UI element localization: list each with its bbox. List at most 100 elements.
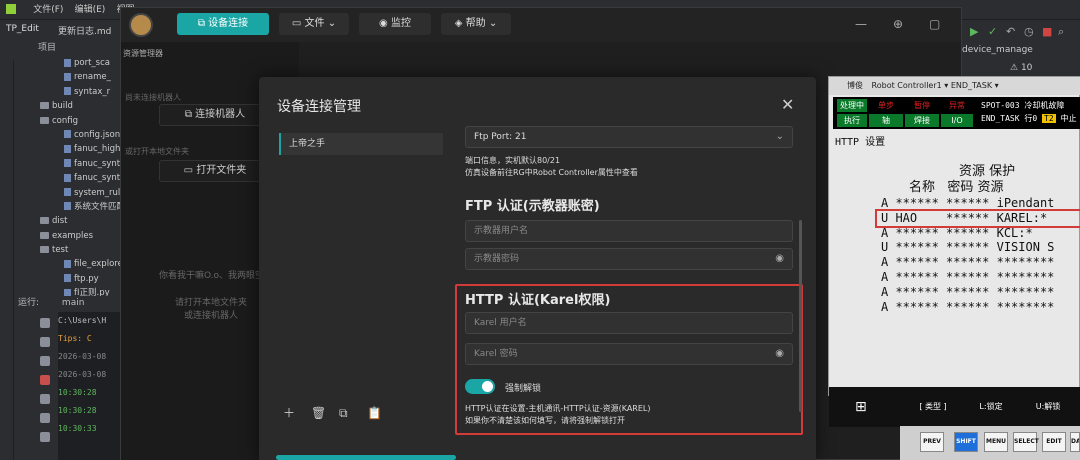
restore-icon[interactable]: ▢: [929, 17, 940, 31]
ftp-port-select[interactable]: Ftp Port: 21 ⌄: [465, 126, 793, 148]
tree-file[interactable]: config.json: [14, 128, 120, 142]
ide-project-bar: TP_Edit 更新日志.md: [0, 20, 120, 40]
problem-count[interactable]: ⚠ 10: [1010, 63, 1032, 73]
t2-badge: T2: [1042, 114, 1056, 123]
tree-folder[interactable]: config: [14, 114, 120, 128]
table-row[interactable]: U ****** ****** VISION S: [881, 240, 1080, 255]
run-config-dropdown[interactable]: device_manage: [962, 42, 1080, 58]
modal-title: 设备连接管理: [277, 99, 361, 115]
key-data[interactable]: DATA: [1070, 432, 1080, 452]
tree-item-label: rename_: [74, 72, 111, 83]
status-run: 执行: [837, 114, 867, 127]
hao-row-highlight: [875, 209, 1080, 228]
monitor-button[interactable]: ◉ 监控: [359, 13, 431, 35]
tree-file[interactable]: syntax_r: [14, 85, 120, 99]
console-line: Tips: C: [58, 334, 92, 343]
softkey-type[interactable]: [ 类型 ]: [903, 395, 963, 419]
undo-icon[interactable]: ↶: [1006, 25, 1015, 38]
tree-folder[interactable]: build: [14, 99, 120, 113]
zoom-icon[interactable]: ⊕: [893, 17, 903, 31]
device-item[interactable]: 上帝之手: [279, 133, 443, 155]
debug-icon[interactable]: ✓: [988, 25, 997, 38]
table-row[interactable]: A ****** ****** ********: [881, 300, 1080, 315]
http-auth-title: HTTP 认证(Karel权限): [465, 293, 611, 308]
table-row[interactable]: A ****** ****** ********: [881, 255, 1080, 270]
table-row[interactable]: A ****** ****** ********: [881, 270, 1080, 285]
help-label: 帮助: [465, 18, 486, 29]
paste-icon[interactable]: 📋: [367, 406, 383, 420]
search-icon[interactable]: ⌕: [1058, 25, 1064, 39]
eye-icon[interactable]: ◉: [775, 249, 784, 269]
controller-select[interactable]: Robot Controller1: [872, 81, 942, 90]
add-icon[interactable]: ＋: [283, 404, 299, 421]
trash-icon[interactable]: [40, 432, 50, 442]
status-busy: 处理中: [837, 99, 867, 112]
tree-file[interactable]: port_sca: [14, 56, 120, 70]
monitor-label: 监控: [390, 18, 411, 29]
eye-icon[interactable]: ◉: [775, 344, 784, 364]
karel-password-field[interactable]: Karel 密码 ◉: [465, 343, 793, 365]
tree-folder[interactable]: dist: [14, 214, 120, 228]
stop-icon[interactable]: [40, 375, 50, 385]
tree-file[interactable]: 系统文件匹配: [14, 200, 120, 214]
tree-file[interactable]: file_explore: [14, 257, 120, 271]
tree-file[interactable]: fanuc_synta: [14, 171, 120, 185]
close-icon[interactable]: ✕: [781, 95, 794, 114]
pendant-titlebar: 博俊 Robot Controller1 ▾ END_TASK ▾: [829, 77, 1080, 95]
key-menu[interactable]: MENU: [984, 432, 1008, 452]
task-select[interactable]: END_TASK: [951, 81, 992, 90]
project-header[interactable]: 项目: [14, 40, 120, 56]
ftp-password-field[interactable]: 示教器密码 ◉: [465, 248, 793, 270]
file-menu-button[interactable]: ▭ 文件 ⌄: [279, 13, 349, 35]
tree-file[interactable]: fanuc_synta: [14, 157, 120, 171]
alarm-text: SPOT-003 冷却机故障: [981, 101, 1065, 110]
key-shift[interactable]: SHIFT: [954, 432, 978, 452]
softkey-lock[interactable]: L:锁定: [969, 395, 1013, 419]
http-note-2: 如果你不清楚该如何填写，请将强制解锁打开: [465, 416, 625, 425]
down-arrow-icon[interactable]: [40, 337, 50, 347]
key-edit[interactable]: EDIT: [1042, 432, 1066, 452]
print-icon[interactable]: [40, 413, 50, 423]
grid-icon[interactable]: ⊞: [855, 395, 867, 419]
tab-changelog[interactable]: 更新日志.md: [58, 24, 111, 37]
menu-edit[interactable]: 编辑(E): [75, 0, 106, 20]
stop-icon[interactable]: ■: [1042, 25, 1052, 38]
history-icon[interactable]: ◷: [1024, 25, 1034, 38]
key-prev[interactable]: PREV: [920, 432, 944, 452]
wrap-icon[interactable]: [40, 356, 50, 366]
run-panel-header: 运行: main: [14, 296, 120, 310]
copy-icon[interactable]: ⧉: [339, 406, 355, 421]
port-note-2: 仿真设备前往RG中Robot Controller属性中查看: [465, 168, 638, 177]
table-row[interactable]: A ****** ****** ********: [881, 285, 1080, 300]
help-menu-button[interactable]: ◈ 帮助 ⌄: [441, 13, 511, 35]
project-name[interactable]: TP_Edit: [6, 24, 39, 34]
tree-file[interactable]: fanuc_highli: [14, 142, 120, 156]
ide-left-toolbar: [0, 60, 14, 460]
tree-folder[interactable]: test: [14, 243, 120, 257]
key-select[interactable]: SELECT: [1013, 432, 1039, 452]
run-icon[interactable]: ▶: [970, 25, 978, 38]
ftp-username-field[interactable]: 示教器用户名: [465, 220, 793, 242]
device-connect-button[interactable]: ⧉ 设备连接: [177, 13, 269, 35]
console-output: C:\Users\H Tips: C 2026-03-08 2026-03-08…: [58, 312, 120, 460]
console-line: 2026-03-08: [58, 370, 107, 379]
menu-file[interactable]: 文件(F): [33, 0, 63, 20]
file-icon: [64, 274, 71, 283]
minimize-icon[interactable]: —: [855, 17, 867, 31]
tree-file[interactable]: system_rule: [14, 186, 120, 200]
open-folder-button[interactable]: ▭ 打开文件夹: [159, 160, 271, 182]
run-tab-main[interactable]: main: [62, 298, 85, 308]
status-hold: 暂停: [905, 99, 939, 112]
up-arrow-icon[interactable]: [40, 318, 50, 328]
tree-file[interactable]: rename_: [14, 70, 120, 84]
force-unlock-toggle[interactable]: [465, 379, 495, 394]
connect-robot-button[interactable]: ⧉ 连接机器人: [159, 104, 271, 126]
modal-scrollbar[interactable]: [799, 220, 802, 412]
karel-username-field[interactable]: Karel 用户名: [465, 312, 793, 334]
trash-icon[interactable]: 🗑: [311, 406, 327, 420]
tree-folder[interactable]: examples: [14, 229, 120, 243]
softkey-unlock[interactable]: U:解锁: [1025, 395, 1071, 419]
run-toolbar: [36, 318, 54, 451]
tree-file[interactable]: ftp.py: [14, 272, 120, 286]
filter-icon[interactable]: [40, 394, 50, 404]
